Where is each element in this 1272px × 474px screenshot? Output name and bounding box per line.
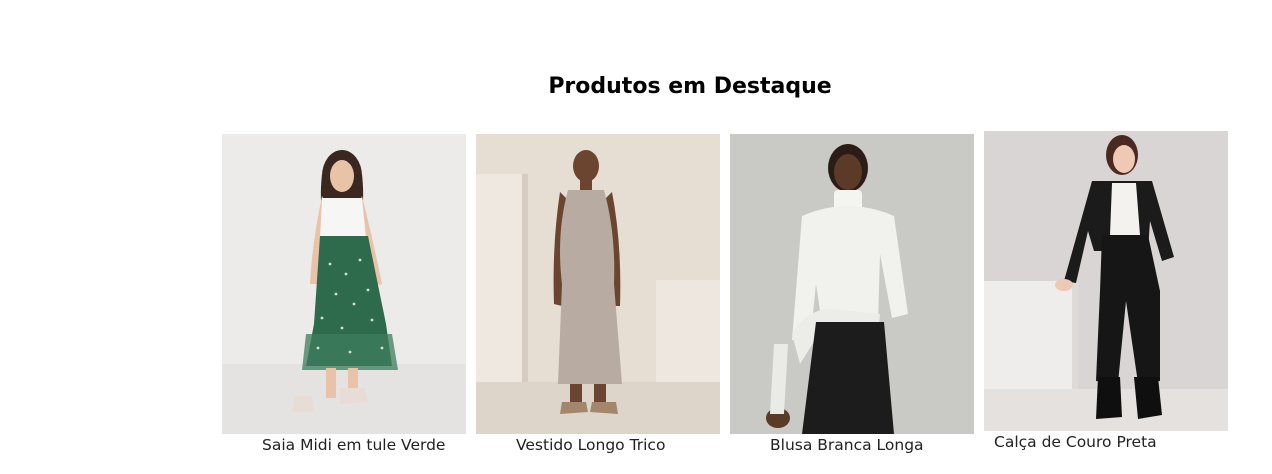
section-title: Produtos em Destaque xyxy=(548,74,832,100)
product-name[interactable]: Calça de Couro Preta xyxy=(994,433,1157,451)
product-name[interactable]: Vestido Longo Trico xyxy=(516,436,665,454)
product-name[interactable]: Blusa Branca Longa xyxy=(770,436,924,454)
product-image[interactable] xyxy=(730,134,974,434)
product-card[interactable] xyxy=(476,134,720,434)
product-card[interactable] xyxy=(730,134,974,434)
product-image[interactable] xyxy=(222,134,466,434)
product-card[interactable] xyxy=(984,131,1228,431)
product-image[interactable] xyxy=(476,134,720,434)
product-name[interactable]: Saia Midi em tule Verde xyxy=(262,436,445,454)
product-card[interactable] xyxy=(222,134,466,434)
product-image[interactable] xyxy=(984,131,1228,431)
